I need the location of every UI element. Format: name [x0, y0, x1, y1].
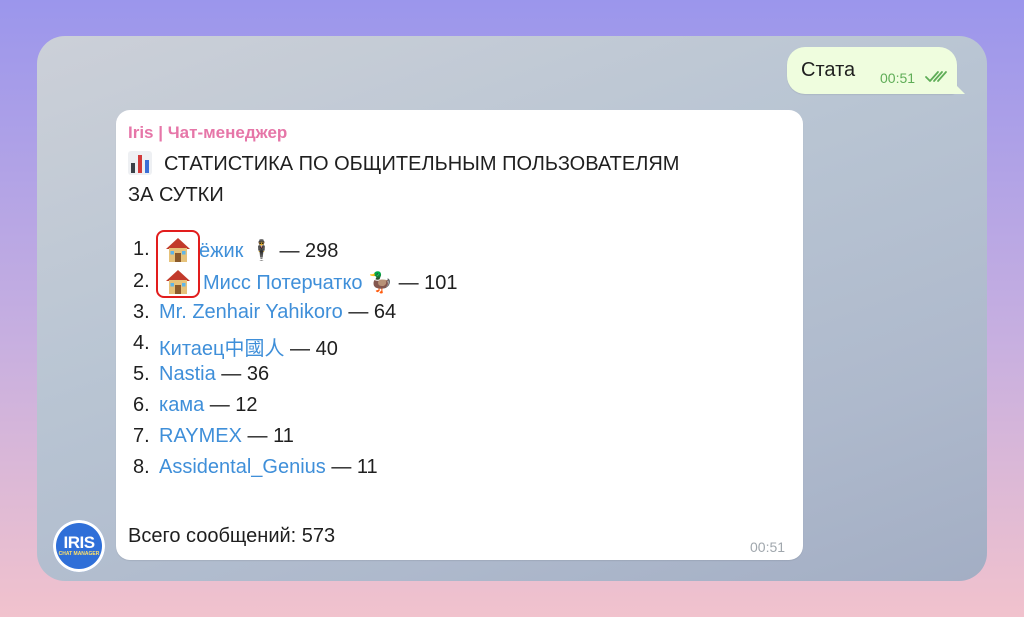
rank-number: 2. [133, 270, 150, 292]
user-link[interactable]: RAYMEX [159, 425, 242, 447]
chat-window: Стата 00:51 Iris | Чат-менеджер СТАТИСТИ… [37, 36, 987, 581]
duck-icon: 🦆 [368, 272, 394, 294]
avatar-label: IRIS [63, 533, 95, 552]
highlight-box [156, 230, 200, 298]
user-link[interactable]: Мисс Потерчатко [203, 272, 363, 294]
message-count: — 12 [209, 394, 258, 416]
rank-number: 7. [133, 425, 150, 447]
outgoing-message-time: 00:51 [880, 70, 916, 86]
message-count: — 298 [279, 240, 339, 262]
rank-number: 5. [133, 363, 150, 385]
message-count: — 101 [398, 272, 458, 294]
avatar[interactable]: IRIS CHAT MANAGER [53, 520, 105, 572]
rank-number: 4. [133, 332, 150, 354]
user-link[interactable]: ёжик [199, 240, 243, 262]
user-link[interactable]: Mr. Zenhair Yahikoro [159, 301, 343, 323]
bar-chart-icon [128, 151, 152, 175]
message-count: — 11 [247, 425, 294, 447]
rank-number: 3. [133, 301, 150, 323]
user-link[interactable]: кама [159, 394, 204, 416]
rank-number: 6. [133, 394, 150, 416]
rank-number: 8. [133, 456, 150, 478]
total-messages: Всего сообщений: 573 [128, 525, 336, 547]
sender-name[interactable]: Iris | Чат-менеджер [128, 123, 287, 143]
message-count: — 64 [348, 301, 397, 323]
user-link[interactable]: Assidental_Genius [159, 456, 326, 478]
user-link[interactable]: Nastia [159, 363, 216, 385]
stats-title-line1: СТАТИСТИКА ПО ОБЩИТЕЛЬНЫМ ПОЛЬЗОВАТЕЛЯМ [164, 153, 680, 175]
message-count: — 11 [331, 456, 378, 478]
incoming-message[interactable]: Iris | Чат-менеджер СТАТИСТИКА ПО ОБЩИТЕ… [116, 110, 803, 560]
person-icon: 🕴 [249, 240, 274, 262]
double-check-icon [925, 71, 947, 82]
user-link[interactable]: Китаец中國人 [159, 338, 284, 360]
message-count: — 40 [290, 338, 338, 360]
avatar-sublabel: CHAT MANAGER [58, 551, 100, 557]
outgoing-message-text: Стата [801, 59, 856, 81]
rank-number: 1. [133, 238, 150, 260]
message-count: — 36 [221, 363, 270, 385]
stats-title-line2: ЗА СУТКИ [128, 184, 224, 206]
incoming-message-time: 00:51 [750, 539, 786, 555]
outgoing-message[interactable]: Стата 00:51 [787, 47, 957, 94]
